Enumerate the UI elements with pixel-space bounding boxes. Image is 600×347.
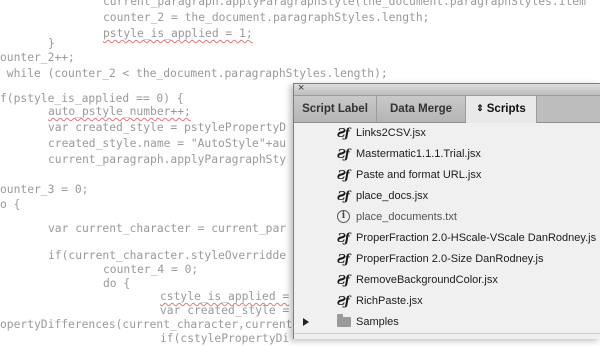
javascript-file-icon: Ƨƒ xyxy=(337,147,351,161)
javascript-file-icon: Ƨƒ xyxy=(337,168,351,182)
tab-label: Script Label xyxy=(302,103,368,115)
javascript-file-icon: Ƨƒ xyxy=(337,189,351,203)
code-line-text: counter_2 = the_document.paragraphStyles… xyxy=(103,11,430,24)
code-line-text: ounter_2++; xyxy=(0,51,75,64)
javascript-glyph: Ƨƒ xyxy=(337,294,350,308)
script-row[interactable]: Ƨƒ RemoveBackgroundColor.jsx xyxy=(294,270,600,292)
script-row[interactable]: Ƨƒ Paste and format URL.jsx xyxy=(294,165,600,187)
panel-tab-bar: Script Label Data Merge ⇕ Scripts xyxy=(294,96,600,123)
javascript-file-icon: Ƨƒ xyxy=(337,126,351,140)
script-row[interactable]: Ƨƒ ProperFraction 2.0-HScale-VScale DanRo… xyxy=(294,228,600,250)
code-line: var created_style = pstylePropertyD xyxy=(48,120,286,136)
code-line: pstyle_is_applied = 1; xyxy=(103,26,253,42)
code-line: counter_2 = the_document.paragraphStyles… xyxy=(103,10,429,26)
code-line-text: do { xyxy=(103,277,131,290)
script-row[interactable]: Ƨƒ ProperFraction 2.0-Size DanRodney.js xyxy=(294,249,600,271)
javascript-glyph: Ƨƒ xyxy=(337,189,350,203)
tab-scripts[interactable]: ⇕ Scripts xyxy=(466,96,537,123)
script-name: ProperFraction 2.0-Size DanRodney.js xyxy=(356,253,544,265)
code-line: current_paragraph.applyParagraphSty xyxy=(48,152,286,168)
tab-label: Data Merge xyxy=(390,103,452,115)
javascript-glyph: Ƨƒ xyxy=(337,126,350,140)
javascript-glyph: Ƨƒ xyxy=(337,273,350,287)
script-name: ProperFraction 2.0-HScale-VScale DanRodn… xyxy=(356,232,597,244)
script-name: place_documents.txt xyxy=(356,211,457,223)
code-line-text: while (counter_2 < the_document.paragrap… xyxy=(0,67,388,80)
javascript-glyph: Ƨƒ xyxy=(337,168,350,182)
code-line-text: o { xyxy=(0,198,21,211)
code-line: if(cstylePropertyDi xyxy=(160,331,289,347)
script-name: Links2CSV.jsx xyxy=(356,127,426,139)
code-line-text: current_paragraph.applyParagraphStyle(th… xyxy=(103,0,586,8)
script-row[interactable]: i place_documents.txt xyxy=(294,207,600,229)
script-row[interactable]: Ƨƒ Mastermatic1.1.1.Trial.jsx xyxy=(294,144,600,166)
javascript-file-icon: Ƨƒ xyxy=(337,252,351,266)
code-line: ounter_2++; xyxy=(0,50,75,66)
javascript-glyph: Ƨƒ xyxy=(337,147,350,161)
code-line: created_style.name = "AutoStyle"+au xyxy=(48,136,286,152)
script-row[interactable]: Ƨƒ Links2CSV.jsx xyxy=(294,123,600,145)
tab-label: Scripts xyxy=(486,103,526,115)
code-line-text: } xyxy=(48,37,55,50)
javascript-glyph: Ƨƒ xyxy=(337,252,350,266)
script-name: Samples xyxy=(356,316,399,328)
close-icon[interactable]: × xyxy=(298,82,304,95)
script-name: RichPaste.jsx xyxy=(356,295,423,307)
panel-title-bar[interactable]: × xyxy=(294,82,600,96)
code-line-text: current_paragraph.applyParagraphSty xyxy=(48,153,287,166)
code-line: o { xyxy=(0,197,20,213)
javascript-file-icon: Ƨƒ xyxy=(337,294,351,308)
javascript-glyph: Ƨƒ xyxy=(337,231,350,245)
tab-data-merge[interactable]: Data Merge xyxy=(377,96,466,122)
script-name: Paste and format URL.jsx xyxy=(356,169,482,181)
code-line: ounter_3 = 0; xyxy=(0,182,88,198)
code-line-text: var created_style = xyxy=(160,304,290,317)
code-line-text: auto_pstyle_number++; xyxy=(48,105,191,118)
code-line-text: pstyle_is_applied = 1; xyxy=(103,27,253,40)
script-name: place_docs.jsx xyxy=(356,190,429,202)
code-line-text: cstyle_is_applied = xyxy=(160,290,290,303)
code-line-text: opertyDifferences(current_character,curr… xyxy=(0,318,293,331)
code-line-text: if(cstylePropertyDi xyxy=(160,332,290,345)
code-line-text: var current_character = current_par xyxy=(48,222,287,235)
code-line: auto_pstyle_number++; xyxy=(48,104,191,120)
javascript-file-icon: Ƨƒ xyxy=(337,273,351,287)
code-line-text: created_style.name = "AutoStyle"+au xyxy=(48,137,287,150)
javascript-file-icon: Ƨƒ xyxy=(337,231,351,245)
code-line-text: if(current_character.styleOverridde xyxy=(48,249,287,262)
code-line: while (counter_2 < the_document.paragrap… xyxy=(0,66,388,82)
code-line: do { xyxy=(103,276,130,292)
script-row[interactable]: Ƨƒ RichPaste.jsx xyxy=(294,291,600,313)
script-name: RemoveBackgroundColor.jsx xyxy=(356,274,498,286)
code-line: var current_character = current_par xyxy=(48,221,286,237)
script-name: Mastermatic1.1.1.Trial.jsx xyxy=(356,148,481,160)
folder-icon xyxy=(337,314,351,329)
folder-row[interactable]: Samples xyxy=(294,312,600,334)
code-line-text: counter_4 = 0; xyxy=(103,263,199,276)
script-row[interactable]: Ƨƒ place_docs.jsx xyxy=(294,186,600,208)
code-line-text: var created_style = pstylePropertyD xyxy=(48,121,287,134)
scripts-panel: × Script Label Data Merge ⇕ Scripts Ƨƒ Lin… xyxy=(293,82,600,339)
code-line-text: ounter_3 = 0; xyxy=(0,183,89,196)
info-icon: i xyxy=(337,210,351,224)
tab-script-label[interactable]: Script Label xyxy=(294,96,377,122)
up-down-arrows-icon: ⇕ xyxy=(476,103,484,113)
disclosure-triangle-icon[interactable] xyxy=(303,318,309,326)
scripts-list: Ƨƒ Links2CSV.jsx Ƨƒ Mastermatic1.1.1.Trial.… xyxy=(294,123,600,339)
code-line: current_paragraph.applyParagraphStyle(th… xyxy=(103,0,586,10)
